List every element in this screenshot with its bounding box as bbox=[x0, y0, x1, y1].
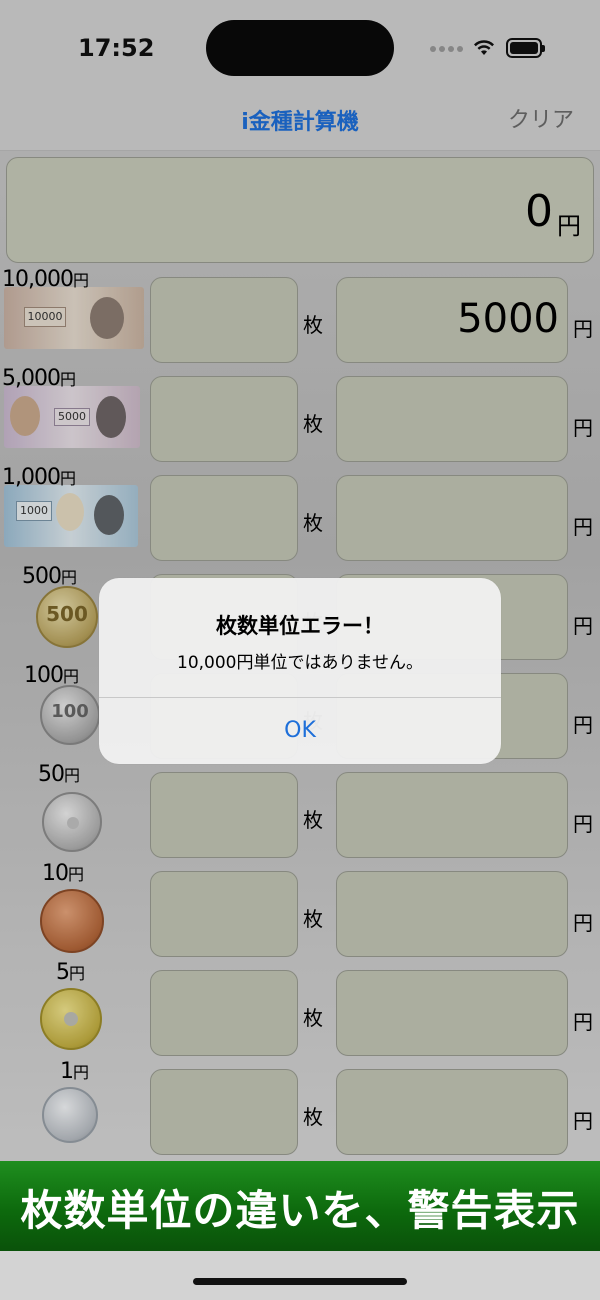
wifi-icon bbox=[474, 40, 494, 55]
amount-field-10[interactable] bbox=[336, 871, 568, 957]
amount-field-1000[interactable] bbox=[336, 475, 568, 561]
amount-unit: 円 bbox=[573, 1109, 593, 1133]
coin-1-image bbox=[42, 1087, 98, 1143]
count-field-1000[interactable] bbox=[150, 475, 298, 561]
denomination-label: 1円 bbox=[60, 1059, 89, 1084]
total-value: 0 bbox=[525, 186, 553, 237]
amount-unit: 円 bbox=[573, 515, 593, 539]
denomination-row-5: 5円 枚 円 bbox=[0, 960, 600, 1056]
banknote-10000-image: 10000 bbox=[4, 287, 144, 349]
coin-100-image: 100 bbox=[40, 685, 100, 745]
denomination-row-50: 50円 枚 円 bbox=[0, 762, 600, 858]
coin-10-image bbox=[40, 889, 104, 953]
count-field-5[interactable] bbox=[150, 970, 298, 1056]
count-unit: 枚 bbox=[303, 808, 323, 832]
amount-unit: 円 bbox=[573, 1010, 593, 1034]
battery-icon bbox=[506, 38, 545, 58]
count-unit: 枚 bbox=[303, 907, 323, 931]
amount-unit: 円 bbox=[573, 614, 593, 638]
coin-50-image bbox=[42, 792, 102, 852]
coin-500-image: 500 bbox=[36, 586, 98, 648]
count-unit: 枚 bbox=[303, 511, 323, 535]
count-field-10000[interactable] bbox=[150, 277, 298, 363]
signal-dots-icon bbox=[430, 46, 464, 54]
banner-text: 枚数単位の違いを、警告表示 bbox=[20, 1186, 580, 1235]
home-indicator[interactable] bbox=[193, 1278, 407, 1285]
ok-button[interactable]: OK bbox=[99, 698, 501, 764]
coin-5-image bbox=[40, 988, 102, 1050]
amount-field-5[interactable] bbox=[336, 970, 568, 1056]
count-field-5000[interactable] bbox=[150, 376, 298, 462]
count-unit: 枚 bbox=[303, 1006, 323, 1030]
denomination-label: 500円 bbox=[22, 564, 77, 589]
total-unit: 円 bbox=[557, 212, 581, 240]
denomination-label: 100円 bbox=[24, 663, 79, 688]
count-unit: 枚 bbox=[303, 412, 323, 436]
status-time: 17:52 bbox=[78, 34, 155, 62]
amount-unit: 円 bbox=[573, 812, 593, 836]
status-bar: 17:52 bbox=[0, 0, 600, 90]
denomination-label: 1,000円 bbox=[2, 465, 76, 490]
denomination-label: 10,000円 bbox=[2, 267, 89, 292]
amount-field-50[interactable] bbox=[336, 772, 568, 858]
amount-unit: 円 bbox=[573, 416, 593, 440]
promo-banner: 枚数単位の違いを、警告表示 bbox=[0, 1161, 600, 1251]
count-unit: 枚 bbox=[303, 313, 323, 337]
denomination-row-10000: 10000 10,000円 枚 5000 円 bbox=[0, 267, 600, 363]
count-field-1[interactable] bbox=[150, 1069, 298, 1155]
denomination-row-5000: 5000 5,000円 枚 円 bbox=[0, 366, 600, 462]
clear-button[interactable]: クリア bbox=[508, 102, 574, 134]
denomination-row-10: 10円 枚 円 bbox=[0, 861, 600, 957]
denomination-label: 5,000円 bbox=[2, 366, 76, 391]
amount-field-10000[interactable]: 5000 bbox=[336, 277, 568, 363]
banknote-5000-image: 5000 bbox=[4, 386, 140, 448]
amount-field-5000[interactable] bbox=[336, 376, 568, 462]
count-unit: 枚 bbox=[303, 1105, 323, 1129]
denomination-label: 10円 bbox=[42, 861, 84, 886]
denomination-row-1: 1円 枚 円 bbox=[0, 1059, 600, 1155]
denomination-row-1000: 1000 1,000円 枚 円 bbox=[0, 465, 600, 561]
alert-dialog: 枚数単位エラー！ 10,000円単位ではありません。 OK bbox=[99, 578, 501, 764]
total-display: 0 円 bbox=[6, 157, 594, 263]
bottom-safe-area bbox=[0, 1251, 600, 1300]
amount-unit: 円 bbox=[573, 911, 593, 935]
nav-bar: i金種計算機 クリア bbox=[0, 90, 600, 151]
banknote-1000-image: 1000 bbox=[4, 485, 138, 547]
amount-unit: 円 bbox=[573, 317, 593, 341]
denomination-label: 5円 bbox=[56, 960, 85, 985]
count-field-50[interactable] bbox=[150, 772, 298, 858]
dynamic-island bbox=[206, 20, 394, 76]
denomination-label: 50円 bbox=[38, 762, 80, 787]
count-field-10[interactable] bbox=[150, 871, 298, 957]
amount-unit: 円 bbox=[573, 713, 593, 737]
alert-message: 10,000円単位ではありません。 bbox=[177, 653, 423, 673]
amount-field-1[interactable] bbox=[336, 1069, 568, 1155]
alert-title: 枚数単位エラー！ bbox=[216, 614, 384, 638]
